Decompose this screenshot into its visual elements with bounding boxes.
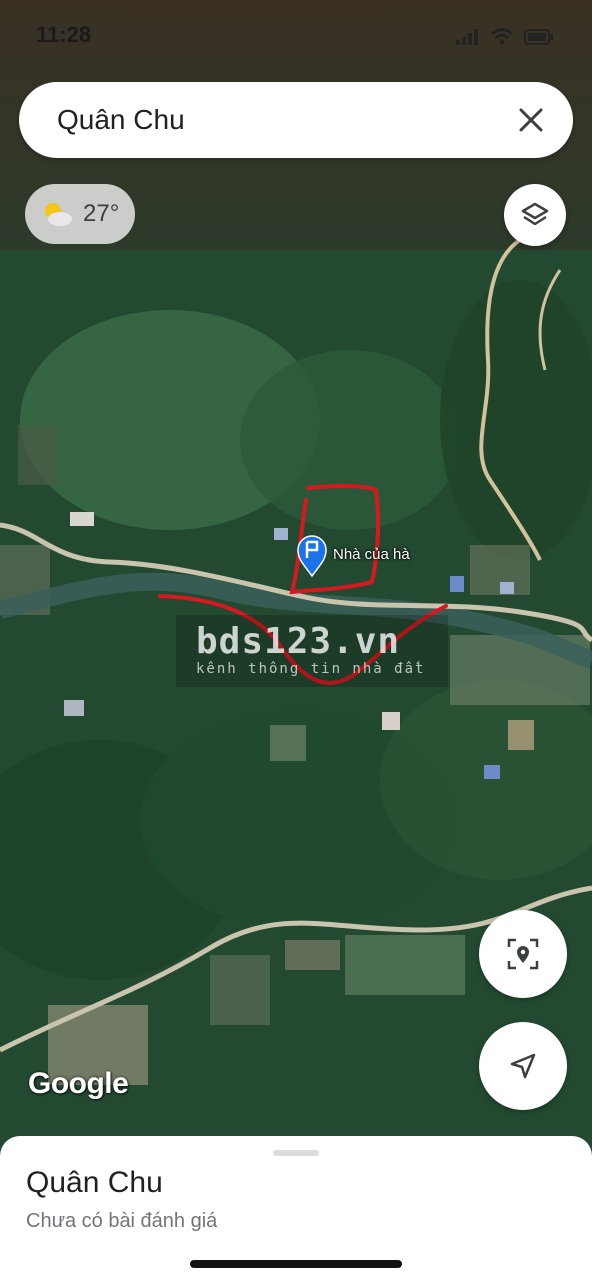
watermark-title: bds123.vn [196, 621, 401, 662]
marker-label[interactable]: Nhà của hà [333, 546, 410, 563]
close-icon[interactable] [511, 100, 551, 140]
status-icons [456, 28, 554, 46]
watermark: bds123.vn kênh thông tin nhà đất [176, 615, 448, 687]
status-time: 11:28 [36, 22, 92, 47]
sheet-handle[interactable] [273, 1150, 319, 1156]
layers-button[interactable] [504, 184, 566, 246]
watermark-subtitle: kênh thông tin nhà đất [196, 661, 426, 677]
place-title: Quân Chu [26, 1166, 163, 1199]
navigate-button[interactable] [479, 1022, 567, 1110]
google-attribution: Google [28, 1067, 129, 1100]
signal-icon [456, 29, 478, 45]
navigation-arrow-icon [510, 1053, 536, 1079]
status-bar: 11:28 [0, 22, 592, 52]
my-location-button[interactable] [479, 910, 567, 998]
my-location-icon [507, 938, 539, 970]
place-sheet[interactable]: Quân Chu Chưa có bài đánh giá [0, 1136, 592, 1280]
partly-cloudy-icon [45, 203, 72, 226]
weather-chip[interactable]: 27° [25, 184, 135, 244]
search-bar[interactable]: Quân Chu [19, 82, 573, 158]
place-subtitle: Chưa có bài đánh giá [26, 1210, 218, 1232]
weather-temperature: 27° [83, 200, 120, 227]
home-indicator[interactable] [190, 1260, 402, 1268]
battery-icon [524, 29, 553, 45]
wifi-icon [490, 28, 514, 45]
layers-icon [521, 202, 549, 226]
search-query[interactable]: Quân Chu [57, 104, 185, 136]
